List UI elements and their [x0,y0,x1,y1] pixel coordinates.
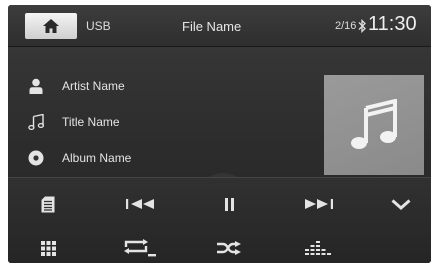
control-panel [8,177,431,263]
artist-row: Artist Name [26,76,125,96]
menu-grid-icon [40,240,56,256]
album-art-music-note-icon [351,99,397,149]
pause-icon [224,197,234,211]
home-button[interactable] [25,13,77,39]
album-name: Album Name [62,151,132,165]
clock: 11:30 [368,13,417,35]
menu-grid-button[interactable] [28,235,68,261]
expand-button[interactable] [381,191,421,217]
chevron-down-icon [391,198,411,210]
title-name: Title Name [62,115,120,129]
previous-track-button[interactable] [121,191,161,217]
repeat-icon [124,239,156,257]
home-icon [43,19,59,33]
shuffle-icon [217,241,241,255]
file-list-button[interactable] [28,191,68,217]
person-icon [26,76,46,96]
pause-button[interactable] [209,191,249,217]
file-name-title: File Name [182,19,242,34]
shuffle-button[interactable] [209,235,249,261]
previous-track-icon [126,199,154,209]
album-row: Album Name [26,148,131,168]
title-row: Title Name [26,112,120,132]
next-track-button[interactable] [298,191,338,217]
album-art [324,75,424,175]
audio-player-screen: USB File Name 2/16 11:30 Artist Name Tit… [8,5,431,263]
repeat-button[interactable] [120,235,160,261]
equalizer-button[interactable] [298,235,338,261]
bluetooth-icon [358,19,366,33]
music-note-icon [26,112,46,132]
next-track-icon [305,199,333,209]
disc-icon [26,148,46,168]
artist-name: Artist Name [62,79,125,93]
status-bar: USB File Name 2/16 11:30 [8,5,431,47]
file-list-icon [41,196,55,212]
source-label: USB [86,19,111,33]
equalizer-icon [305,241,331,255]
track-counter: 2/16 [335,20,357,32]
